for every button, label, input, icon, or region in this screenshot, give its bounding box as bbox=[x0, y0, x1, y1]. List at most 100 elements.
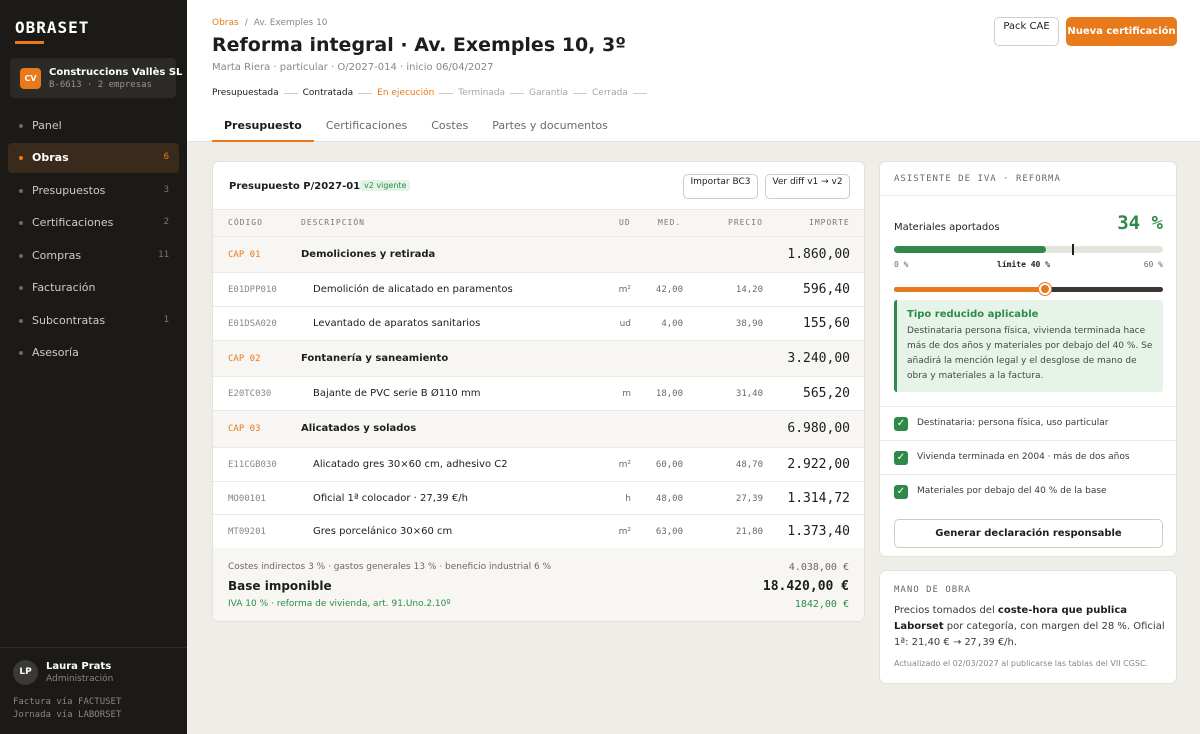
nav-dot bbox=[19, 319, 23, 323]
checkbox-checked-icon[interactable]: ✓ bbox=[894, 417, 908, 431]
row-importe: 1.314,72 bbox=[787, 491, 850, 506]
iva-assistant-card: ASISTENTE DE IVA · REFORMA Materiales ap… bbox=[879, 161, 1177, 557]
table-row-chapter[interactable]: CAP 01 Demoliciones y retirada 1.860,00 bbox=[213, 237, 864, 273]
check-destinataria[interactable]: ✓ Destinataria: persona física, uso part… bbox=[880, 406, 1176, 440]
sidebar-item-label: Certificaciones bbox=[32, 216, 114, 229]
page-title: Reforma integral · Av. Exemples 10, 3º bbox=[212, 34, 626, 56]
notice-title: Tipo reducido aplicable bbox=[907, 309, 1039, 320]
row-ud: m bbox=[622, 389, 631, 399]
sidebar-item-presupuestos[interactable]: Presupuestos 3 bbox=[8, 176, 179, 206]
new-certification-button[interactable]: Nueva certificación bbox=[1066, 17, 1177, 46]
row-desc: Alicatado gres 30×60 cm, adhesivo C2 bbox=[313, 459, 508, 470]
sidebar-item-compras[interactable]: Compras 11 bbox=[8, 241, 179, 271]
col-descripcion: DESCRIPCIÓN bbox=[301, 218, 365, 227]
step-cerrada: Cerrada bbox=[592, 88, 628, 98]
materials-bar-fill bbox=[894, 246, 1047, 253]
table-row[interactable]: E01DPP010 Demolición de alicatado en par… bbox=[213, 273, 864, 307]
check-vivienda[interactable]: ✓ Vivienda terminada en 2004 · más de do… bbox=[880, 440, 1176, 474]
sidebar-item-count: 2 bbox=[163, 217, 169, 227]
nav-dot bbox=[19, 254, 23, 258]
row-code: MT09201 bbox=[228, 527, 266, 537]
sidebar: OBRASET CV Construccions Vallès SL B-661… bbox=[0, 0, 187, 734]
tab-presupuesto[interactable]: Presupuesto bbox=[212, 112, 314, 142]
version-badge: v2 vigente bbox=[360, 180, 411, 191]
diff-button[interactable]: Ver diff v1 → v2 bbox=[765, 174, 850, 199]
sidebar-item-facturacion[interactable]: Facturación bbox=[8, 273, 179, 303]
project-meta: Marta Riera · particular · O/2027-014 · … bbox=[212, 62, 494, 73]
company-switcher[interactable]: CV Construccions Vallès SL B-6613 · 2 em… bbox=[10, 58, 182, 98]
sidebar-item-certificaciones[interactable]: Certificaciones 2 bbox=[8, 208, 179, 238]
step-contratada: Contratada bbox=[302, 88, 354, 98]
table-row[interactable]: MT09201 Gres porcelánico 30×60 cm m² 63,… bbox=[213, 515, 864, 548]
slider-handle[interactable] bbox=[1038, 283, 1051, 295]
materials-slider[interactable] bbox=[894, 283, 1163, 295]
sidebar-item-obras[interactable]: Obras 6 bbox=[8, 143, 179, 173]
sidebar-item-label: Asesoría bbox=[32, 346, 79, 359]
sidebar-item-subcontratas[interactable]: Subcontratas 1 bbox=[8, 306, 179, 336]
row-med: 48,00 bbox=[655, 494, 683, 504]
sidebar-item-label: Compras bbox=[32, 249, 82, 262]
materials-bar bbox=[894, 244, 1163, 255]
table-row[interactable]: E01DSA020 Levantado de aparatos sanitari… bbox=[213, 307, 864, 341]
step-connector bbox=[510, 92, 525, 94]
row-importe: 6.980,00 bbox=[787, 421, 850, 436]
row-code: CAP 03 bbox=[228, 424, 261, 434]
row-ud: m² bbox=[618, 527, 631, 537]
row-med: 63,00 bbox=[655, 527, 683, 537]
company-name: Construccions Vallès SL bbox=[49, 67, 183, 78]
checkbox-checked-icon[interactable]: ✓ bbox=[894, 451, 908, 465]
user-name: Laura Prats bbox=[46, 661, 112, 672]
checkbox-checked-icon[interactable]: ✓ bbox=[894, 485, 908, 499]
pack-cae-button[interactable]: Pack CAE bbox=[994, 17, 1059, 46]
tab-certificaciones[interactable]: Certificaciones bbox=[314, 112, 419, 142]
col-ud: UD bbox=[619, 218, 631, 227]
sidebar-divider bbox=[0, 647, 187, 648]
row-importe: 3.240,00 bbox=[787, 351, 850, 366]
row-desc: Demoliciones y retirada bbox=[301, 249, 436, 260]
indirect-costs-label: Costes indirectos 3 % · gastos generales… bbox=[228, 562, 552, 572]
footer-factuset: Factura vía FACTUSET bbox=[13, 697, 122, 707]
row-desc: Fontanería y saneamiento bbox=[301, 353, 449, 364]
nav-dot bbox=[19, 189, 23, 193]
row-desc: Alicatados y solados bbox=[301, 423, 417, 434]
table-row[interactable]: E20TC030 Bajante de PVC serie B Ø110 mm … bbox=[213, 377, 864, 411]
tab-costes[interactable]: Costes bbox=[419, 112, 480, 142]
row-desc: Bajante de PVC serie B Ø110 mm bbox=[313, 388, 481, 399]
breadcrumb-obras-link[interactable]: Obras bbox=[212, 18, 239, 28]
avatar[interactable]: LP bbox=[13, 660, 38, 685]
generate-declaration-button[interactable]: Generar declaración responsable bbox=[894, 519, 1163, 548]
row-importe: 596,40 bbox=[803, 282, 850, 297]
table-row-chapter[interactable]: CAP 03 Alicatados y solados 6.980,00 bbox=[213, 411, 864, 448]
nav-dot bbox=[19, 124, 23, 128]
nav-dot bbox=[19, 221, 23, 225]
sidebar-item-label: Panel bbox=[32, 119, 62, 132]
labor-card: MANO DE OBRA Precios tomados del coste-h… bbox=[879, 570, 1177, 684]
nav-dot bbox=[19, 351, 23, 355]
footer-laborset: Jornada vía LABORSET bbox=[13, 710, 122, 720]
table-row-chapter[interactable]: CAP 02 Fontanería y saneamiento 3.240,00 bbox=[213, 341, 864, 377]
breadcrumb-separator: / bbox=[244, 18, 248, 28]
status-steps: Presupuestada Contratada En ejecución Termi… bbox=[212, 88, 652, 100]
app-logo[interactable]: OBRASET bbox=[15, 18, 89, 37]
sidebar-item-label: Obras bbox=[32, 151, 69, 164]
labor-text: Precios tomados del coste-hora que publi… bbox=[894, 603, 1166, 651]
labor-heading: MANO DE OBRA bbox=[894, 585, 972, 595]
tab-partes-documentos[interactable]: Partes y documentos bbox=[480, 112, 620, 142]
divider bbox=[880, 195, 1176, 196]
row-importe: 1.860,00 bbox=[787, 247, 850, 262]
check-materiales[interactable]: ✓ Materiales por debajo del 40 % de la b… bbox=[880, 474, 1176, 508]
sidebar-item-label: Presupuestos bbox=[32, 184, 106, 197]
sidebar-item-asesoria[interactable]: Asesoría bbox=[8, 338, 179, 368]
import-bc3-button[interactable]: Importar BC3 bbox=[683, 174, 758, 199]
table-row[interactable]: MO00101 Oficial 1ª colocador · 27,39 €/h… bbox=[213, 482, 864, 515]
step-presupuestada: Presupuestada bbox=[212, 88, 279, 98]
labor-text-part: Precios tomados del bbox=[894, 605, 998, 616]
check-label: Vivienda terminada en 2004 · más de dos … bbox=[917, 452, 1130, 462]
table-row[interactable]: E11CGB030 Alicatado gres 30×60 cm, adhes… bbox=[213, 448, 864, 482]
base-imponible-value: 18.420,00 € bbox=[762, 579, 849, 594]
logo-underline bbox=[15, 41, 44, 44]
row-desc: Gres porcelánico 30×60 cm bbox=[313, 526, 453, 537]
sidebar-item-panel[interactable]: Panel bbox=[8, 111, 179, 141]
row-importe: 2.922,00 bbox=[787, 457, 850, 472]
tab-bar: Presupuesto Certificaciones Costes Partes y… bbox=[212, 112, 620, 142]
